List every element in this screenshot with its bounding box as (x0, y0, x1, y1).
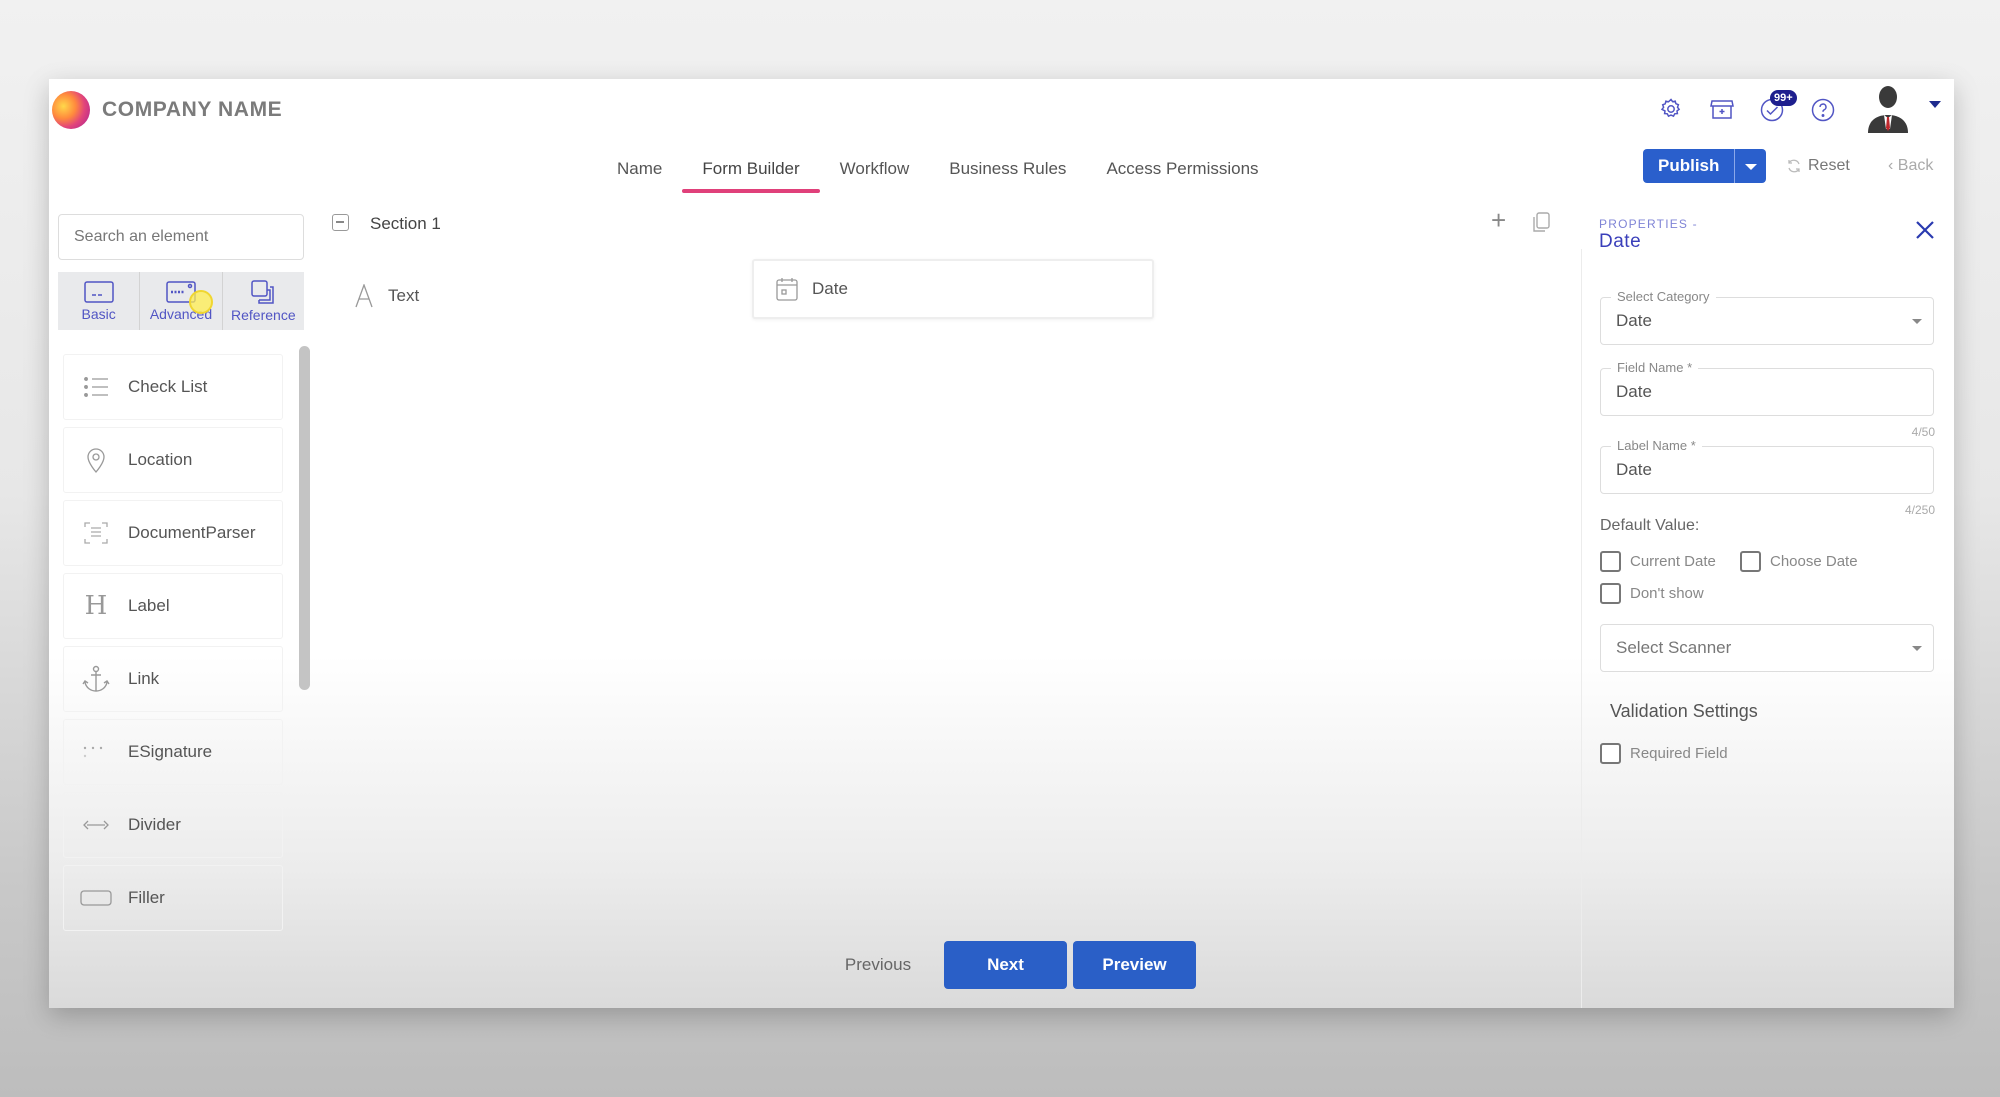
user-avatar[interactable] (1866, 83, 1910, 133)
reset-label: Reset (1808, 157, 1850, 174)
company-name: COMPANY NAME (102, 98, 283, 121)
select-category-dropdown[interactable]: Select Category Date (1600, 289, 1934, 345)
company-logo (52, 91, 90, 129)
category-basic-label: Basic (81, 305, 116, 322)
next-button[interactable]: Next (944, 941, 1067, 989)
label-name-counter: 4/250 (1904, 503, 1935, 517)
map-pin-icon (76, 447, 116, 473)
element-divider[interactable]: Divider (63, 792, 283, 858)
category-reference[interactable]: Reference (223, 272, 304, 330)
help-icon[interactable] (1810, 97, 1836, 128)
element-location[interactable]: Location (63, 427, 283, 493)
tab-workflow[interactable]: Workflow (820, 157, 930, 193)
section-title: Section 1 (370, 214, 441, 233)
dont-show-checkbox[interactable]: Don't show (1600, 583, 1704, 604)
label-name-input[interactable]: Label Name * Date (1600, 438, 1934, 494)
signature-icon (76, 745, 116, 759)
tab-business-rules[interactable]: Business Rules (929, 157, 1086, 193)
divider-icon (76, 819, 116, 831)
field-name-input[interactable]: Field Name * Date (1600, 360, 1934, 416)
properties-kicker: PROPERTIES - (1599, 217, 1698, 231)
preview-button[interactable]: Preview (1073, 941, 1196, 989)
tab-form-builder[interactable]: Form Builder (682, 157, 820, 193)
choose-date-checkbox[interactable]: Choose Date (1740, 551, 1858, 572)
checkbox-box (1600, 743, 1621, 764)
notification-badge: 99+ (1770, 90, 1797, 106)
chevron-down-icon (1912, 319, 1922, 324)
checkbox-box (1600, 551, 1621, 572)
reset-button[interactable]: Reset (1776, 149, 1860, 183)
category-basic[interactable]: Basic (58, 272, 141, 330)
element-list-scrollbar[interactable] (299, 346, 310, 690)
copy-section-icon[interactable] (1531, 212, 1551, 239)
element-search-input[interactable] (58, 214, 304, 260)
close-icon[interactable] (1914, 219, 1936, 241)
calendar-icon (776, 278, 798, 301)
validation-settings-title: Validation Settings (1610, 701, 1758, 721)
element-link[interactable]: Link (63, 646, 283, 712)
field-label: Text (388, 286, 420, 305)
text-icon (355, 284, 373, 308)
properties-divider (1581, 249, 1582, 1008)
heading-icon: H (84, 591, 108, 621)
properties-title: Date (1599, 231, 1642, 252)
publish-button[interactable]: Publish (1643, 149, 1736, 183)
reference-icon (251, 279, 275, 304)
field-label: Date (812, 279, 848, 298)
chevron-left-icon: ‹ (1888, 157, 1898, 174)
previous-button[interactable]: Previous (818, 941, 938, 989)
back-label: Back (1897, 157, 1934, 174)
element-label[interactable]: H Label (63, 573, 283, 639)
element-filler[interactable]: Filler (63, 865, 283, 931)
required-field-checkbox[interactable]: Required Field (1600, 743, 1728, 764)
chevron-down-icon (1912, 646, 1922, 651)
filler-icon (76, 890, 116, 906)
anchor-icon (76, 665, 116, 693)
default-value-label: Default Value: (1600, 517, 1700, 534)
gear-icon[interactable] (1659, 97, 1683, 126)
back-button[interactable]: ‹ Back (1878, 149, 1943, 183)
select-scanner-dropdown[interactable]: Select Scanner (1600, 624, 1934, 672)
mouse-cursor-highlight (189, 290, 213, 314)
publish-split-button: Publish (1643, 149, 1767, 183)
element-check-list[interactable]: Check List (63, 354, 283, 420)
tab-name[interactable]: Name (597, 157, 682, 193)
element-category-tabs: Basic Advanced Reference (58, 272, 304, 330)
refresh-icon (1788, 159, 1800, 173)
basic-field-icon (83, 280, 114, 303)
scan-document-icon (76, 521, 116, 545)
element-document-parser[interactable]: DocumentParser (63, 500, 283, 566)
publish-dropdown-button[interactable] (1735, 149, 1767, 183)
form-field-text[interactable]: Text (354, 274, 419, 318)
category-reference-label: Reference (231, 306, 296, 323)
store-icon[interactable] (1709, 97, 1735, 126)
list-icon (76, 376, 116, 398)
app-window: COMPANY NAME 99+ Name Form Builder Workf… (49, 79, 1954, 1008)
current-date-checkbox[interactable]: Current Date (1600, 551, 1716, 572)
builder-tabs: Name Form Builder Workflow Business Rule… (597, 157, 1279, 193)
checkbox-box (1600, 583, 1621, 604)
user-menu-caret-icon[interactable] (1929, 101, 1941, 108)
form-field-date[interactable]: Date (752, 259, 1154, 319)
add-section-icon[interactable]: + (1491, 207, 1506, 233)
field-name-counter: 4/50 (1911, 425, 1935, 439)
element-esignature[interactable]: ESignature (63, 719, 283, 785)
tab-access-permissions[interactable]: Access Permissions (1086, 157, 1278, 193)
section-collapse-icon[interactable] (332, 214, 349, 231)
checkbox-box (1740, 551, 1761, 572)
